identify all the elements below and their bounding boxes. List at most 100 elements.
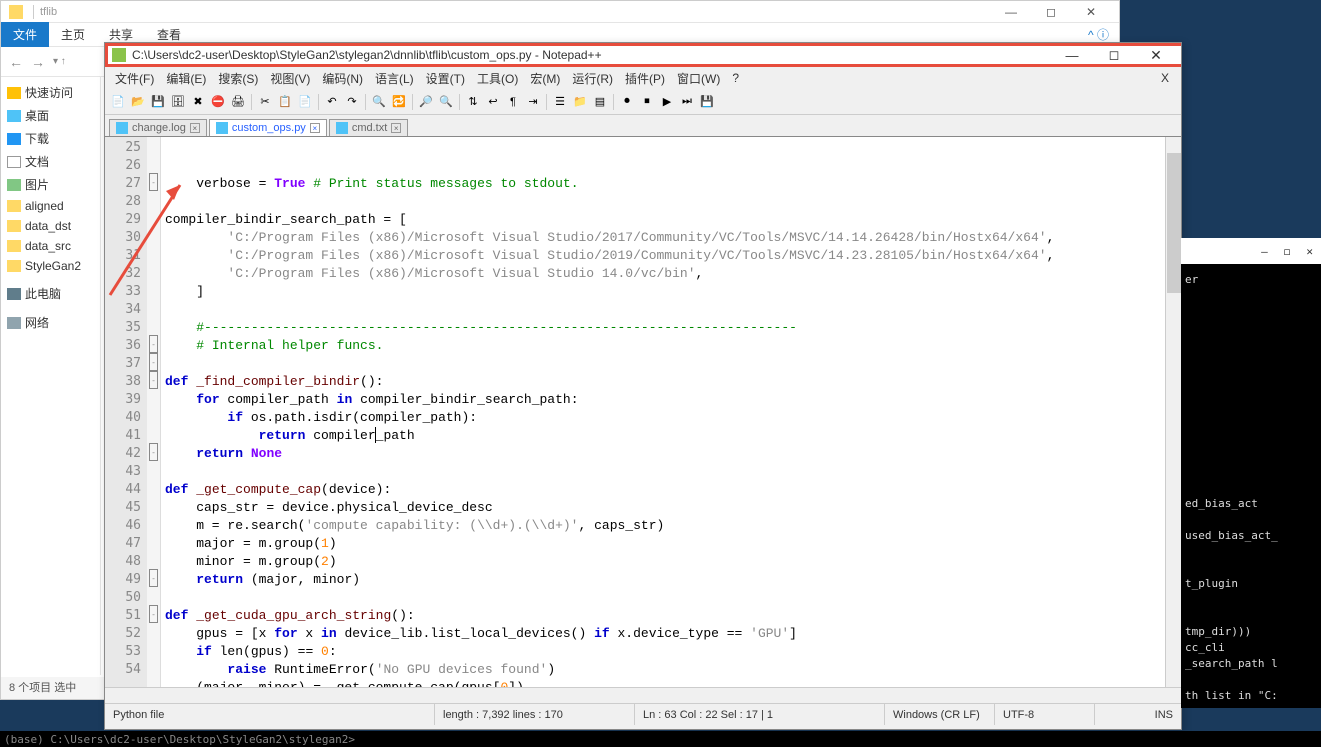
- pc-icon: [7, 288, 21, 300]
- explorer-maximize-button[interactable]: ◻: [1031, 2, 1071, 22]
- tb-docmap-icon[interactable]: ▤: [591, 93, 609, 111]
- menu-view[interactable]: 视图(V): [264, 68, 316, 89]
- sidebar-data-src[interactable]: data_src: [1, 236, 100, 256]
- vertical-scrollbar[interactable]: [1165, 137, 1181, 687]
- tb-savemacro-icon[interactable]: 💾: [698, 93, 716, 111]
- sidebar-label: 此电脑: [25, 285, 61, 302]
- tb-sync-icon[interactable]: ⇅: [464, 93, 482, 111]
- menubar-close-button[interactable]: X: [1155, 69, 1177, 87]
- menu-run[interactable]: 运行(R): [566, 68, 619, 89]
- npp-minimize-button[interactable]: —: [1051, 43, 1093, 67]
- explorer-title: tflib: [40, 6, 57, 18]
- sidebar-this-pc[interactable]: 此电脑: [1, 282, 100, 305]
- sidebar-pictures[interactable]: 图片: [1, 173, 100, 196]
- tab-custom-ops[interactable]: custom_ops.py ×: [209, 119, 327, 136]
- menu-macro[interactable]: 宏(M): [524, 68, 566, 89]
- tb-playmulti-icon[interactable]: ⏭: [678, 93, 696, 111]
- nav-forward-button[interactable]: →: [31, 54, 45, 70]
- tb-functionlist-icon[interactable]: ☰: [551, 93, 569, 111]
- horizontal-scrollbar[interactable]: [105, 687, 1181, 703]
- folder-icon: [9, 5, 23, 19]
- npp-editor[interactable]: 2526272829303132333435363738394041424344…: [105, 137, 1181, 687]
- explorer-minimize-button[interactable]: —: [991, 2, 1031, 22]
- menu-settings[interactable]: 设置(T): [420, 68, 471, 89]
- console-titlebar: — ◻ ✕: [1181, 238, 1321, 264]
- console-minimize-button[interactable]: —: [1261, 245, 1268, 258]
- npp-maximize-button[interactable]: ◻: [1093, 43, 1135, 67]
- tb-separator: [459, 94, 460, 110]
- menu-tools[interactable]: 工具(O): [471, 68, 524, 89]
- menu-file[interactable]: 文件(F): [109, 68, 160, 89]
- tb-open-icon[interactable]: 📂: [129, 93, 147, 111]
- sidebar-desktop[interactable]: 桌面: [1, 104, 100, 127]
- menu-help[interactable]: ?: [726, 69, 745, 87]
- sidebar-quick-access[interactable]: 快速访问: [1, 81, 100, 104]
- tb-cut-icon[interactable]: ✂: [256, 93, 274, 111]
- explorer-titlebar: tflib — ◻ ✕: [1, 1, 1119, 23]
- tab-close-icon[interactable]: ×: [391, 123, 401, 133]
- sidebar-documents[interactable]: 文档: [1, 150, 100, 173]
- menu-encoding[interactable]: 编码(N): [316, 68, 369, 89]
- tb-redo-icon[interactable]: ↷: [343, 93, 361, 111]
- tb-closeall-icon[interactable]: ⛔: [209, 93, 227, 111]
- notepadpp-icon: [112, 48, 126, 62]
- tb-folder-icon[interactable]: 📁: [571, 93, 589, 111]
- npp-close-button[interactable]: ✕: [1135, 43, 1177, 67]
- tb-zoomout-icon[interactable]: 🔍: [437, 93, 455, 111]
- tb-copy-icon[interactable]: 📋: [276, 93, 294, 111]
- tb-zoomin-icon[interactable]: 🔎: [417, 93, 435, 111]
- nav-back-button[interactable]: ←: [9, 54, 23, 70]
- sidebar-aligned[interactable]: aligned: [1, 196, 100, 216]
- npp-toolbar: 📄 📂 💾 🗄 ✖ ⛔ 🖨 ✂ 📋 📄 ↶ ↷ 🔍 🔁 🔎 🔍 ⇅ ↩ ¶ ⇥ …: [105, 89, 1181, 115]
- status-length: length : 7,392 lines : 170: [435, 704, 635, 725]
- tb-play-icon[interactable]: ▶: [658, 93, 676, 111]
- tb-stop-icon[interactable]: ⏹: [638, 93, 656, 111]
- file-icon: [216, 122, 228, 134]
- tb-wrap-icon[interactable]: ↩: [484, 93, 502, 111]
- document-icon: [7, 156, 21, 168]
- tab-cmd-txt[interactable]: cmd.txt ×: [329, 119, 408, 136]
- tb-new-icon[interactable]: 📄: [109, 93, 127, 111]
- code-area[interactable]: verbose = True # Print status messages t…: [161, 137, 1181, 687]
- download-icon: [7, 133, 21, 145]
- sidebar-data-dst[interactable]: data_dst: [1, 216, 100, 236]
- scrollbar-thumb[interactable]: [1167, 153, 1181, 293]
- explorer-close-button[interactable]: ✕: [1071, 2, 1111, 22]
- menu-language[interactable]: 语言(L): [369, 68, 420, 89]
- tb-record-icon[interactable]: ⏺: [618, 93, 636, 111]
- fold-gutter[interactable]: - --- - - -: [147, 137, 161, 687]
- tb-save-icon[interactable]: 💾: [149, 93, 167, 111]
- tb-allchars-icon[interactable]: ¶: [504, 93, 522, 111]
- network-icon: [7, 317, 21, 329]
- pictures-icon: [7, 179, 21, 191]
- tb-indent-icon[interactable]: ⇥: [524, 93, 542, 111]
- tb-find-icon[interactable]: 🔍: [370, 93, 388, 111]
- tb-separator: [251, 94, 252, 110]
- console-close-button[interactable]: ✕: [1306, 245, 1313, 258]
- nav-up-button[interactable]: ▾ ↑: [53, 56, 66, 67]
- console-output: er ed_bias_act used_bias_act_ t_plugin t…: [1185, 272, 1317, 704]
- ribbon-file[interactable]: 文件: [1, 22, 49, 47]
- menu-edit[interactable]: 编辑(E): [160, 68, 212, 89]
- tab-close-icon[interactable]: ×: [190, 123, 200, 133]
- ribbon-help-icon[interactable]: ^ ⓘ: [1088, 26, 1119, 43]
- star-icon: [7, 87, 21, 99]
- status-mode: INS: [1095, 704, 1181, 725]
- tb-replace-icon[interactable]: 🔁: [390, 93, 408, 111]
- npp-titlebar[interactable]: C:\Users\dc2-user\Desktop\StyleGan2\styl…: [105, 43, 1181, 67]
- menu-search[interactable]: 搜索(S): [212, 68, 264, 89]
- sidebar-network[interactable]: 网络: [1, 311, 100, 334]
- menu-window[interactable]: 窗口(W): [671, 68, 726, 89]
- ribbon-home[interactable]: 主页: [49, 22, 97, 47]
- tb-close-icon[interactable]: ✖: [189, 93, 207, 111]
- sidebar-stylegan2[interactable]: StyleGan2: [1, 256, 100, 276]
- tb-paste-icon[interactable]: 📄: [296, 93, 314, 111]
- menu-plugins[interactable]: 插件(P): [619, 68, 671, 89]
- tb-print-icon[interactable]: 🖨: [229, 93, 247, 111]
- tb-undo-icon[interactable]: ↶: [323, 93, 341, 111]
- tab-change-log[interactable]: change.log ×: [109, 119, 207, 136]
- sidebar-downloads[interactable]: 下载: [1, 127, 100, 150]
- tab-close-icon[interactable]: ×: [310, 123, 320, 133]
- console-maximize-button[interactable]: ◻: [1284, 245, 1291, 258]
- tb-saveall-icon[interactable]: 🗄: [169, 93, 187, 111]
